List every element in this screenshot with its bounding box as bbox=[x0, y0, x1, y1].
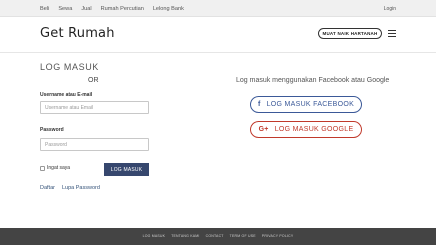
google-plus-icon: G+ bbox=[258, 126, 269, 133]
login-submit-button[interactable]: LOG MASUK bbox=[104, 163, 149, 176]
social-login-prompt: Log masuk menggunakan Facebook atau Goog… bbox=[236, 77, 390, 84]
remember-me[interactable]: Ingat saya bbox=[40, 165, 70, 171]
google-login-label: LOG MASUK GOOGLE bbox=[274, 126, 354, 133]
facebook-login-label: LOG MASUK FACEBOOK bbox=[266, 101, 355, 108]
nav-item-lelong-bank[interactable]: Lelong Bank bbox=[153, 6, 184, 12]
footer-link-login[interactable]: LOG MASUK bbox=[143, 234, 166, 238]
footer-link-terms[interactable]: TERM OF USE bbox=[230, 234, 256, 238]
nav-item-jual[interactable]: Jual bbox=[81, 6, 91, 12]
footer-link-privacy[interactable]: PRIVACY POLICY bbox=[262, 234, 294, 238]
register-link[interactable]: Daftar bbox=[40, 185, 55, 191]
facebook-login-button[interactable]: f LOG MASUK FACEBOOK bbox=[250, 96, 362, 113]
footer-link-about[interactable]: TENTANG KAMI bbox=[171, 234, 199, 238]
top-nav-links: Beli Sewa Jual Rumah Percutian Lelong Ba… bbox=[40, 0, 193, 17]
google-login-button[interactable]: G+ LOG MASUK GOOGLE bbox=[250, 121, 362, 138]
remember-me-checkbox[interactable] bbox=[40, 165, 45, 171]
account-links: Daftar Lupa Password bbox=[40, 185, 107, 191]
site-header: Get Rumah MUAT NAIK HARTANAH bbox=[0, 17, 436, 53]
password-input[interactable] bbox=[40, 138, 149, 151]
username-label: Username atau E-mail bbox=[40, 92, 93, 98]
top-login-link[interactable]: Login bbox=[384, 0, 396, 17]
menu-line bbox=[388, 36, 396, 37]
username-input[interactable] bbox=[40, 101, 149, 114]
upload-property-button[interactable]: MUAT NAIK HARTANAH bbox=[318, 28, 382, 39]
menu-line bbox=[388, 30, 396, 31]
footer-link-contact[interactable]: CONTACT bbox=[206, 234, 224, 238]
page-title: LOG MASUK bbox=[40, 62, 99, 72]
site-logo[interactable]: Get Rumah bbox=[40, 26, 115, 41]
menu-line bbox=[388, 33, 396, 34]
site-footer: LOG MASUK TENTANG KAMI CONTACT TERM OF U… bbox=[0, 228, 436, 245]
nav-item-sewa[interactable]: Sewa bbox=[58, 6, 72, 12]
nav-item-beli[interactable]: Beli bbox=[40, 6, 49, 12]
nav-item-rumah-percutian[interactable]: Rumah Percutian bbox=[101, 6, 144, 12]
password-label: Password bbox=[40, 127, 64, 133]
top-navigation-bar: Beli Sewa Jual Rumah Percutian Lelong Ba… bbox=[0, 0, 436, 17]
facebook-icon: f bbox=[257, 101, 261, 108]
hamburger-menu-icon[interactable] bbox=[388, 30, 396, 37]
footer-links: LOG MASUK TENTANG KAMI CONTACT TERM OF U… bbox=[0, 234, 436, 238]
or-divider-label: OR bbox=[88, 77, 99, 84]
forgot-password-link[interactable]: Lupa Password bbox=[62, 185, 100, 191]
remember-me-label: Ingat saya bbox=[47, 165, 71, 171]
